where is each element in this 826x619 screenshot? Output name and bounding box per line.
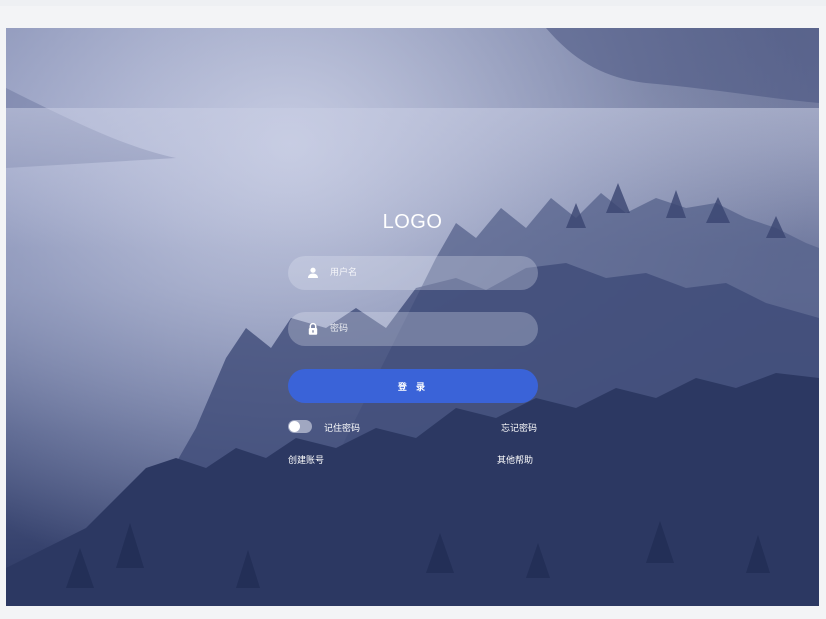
forgot-password-link[interactable]: 忘记密码: [501, 421, 537, 434]
password-input[interactable]: [328, 323, 522, 335]
login-button[interactable]: 登 录: [288, 369, 538, 403]
remember-toggle[interactable]: [288, 420, 312, 433]
logo-text: LOGO: [382, 211, 443, 233]
password-field[interactable]: [288, 312, 538, 346]
remember-label[interactable]: 记住密码: [324, 421, 360, 434]
username-input[interactable]: [328, 267, 522, 279]
toggle-knob: [289, 421, 300, 432]
lock-icon: [308, 322, 318, 335]
login-background: LOGO 登 录 记住密码 忘记密码 创建账号 其他帮助: [6, 28, 819, 606]
create-account-link[interactable]: 创建账号: [288, 453, 324, 466]
username-field[interactable]: [288, 256, 538, 290]
user-icon: [308, 267, 318, 278]
top-bar: [0, 0, 826, 6]
other-help-link[interactable]: 其他帮助: [497, 453, 533, 466]
